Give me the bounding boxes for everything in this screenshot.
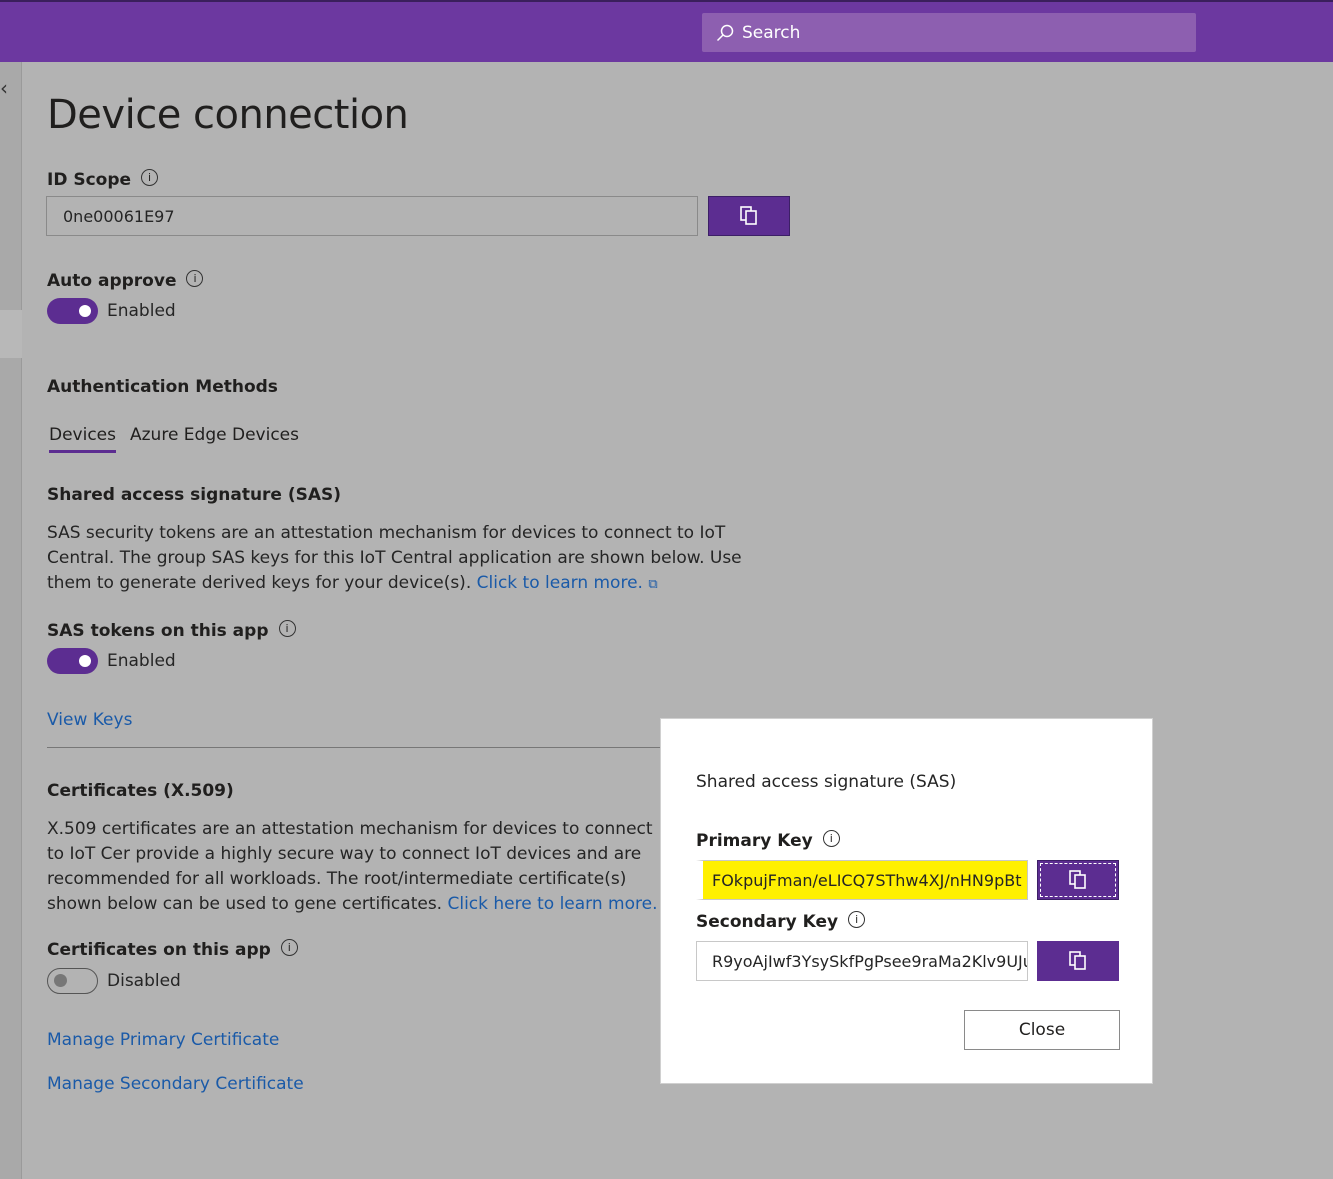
sas-tokens-state: Enabled bbox=[107, 651, 176, 671]
tab-devices[interactable]: Devices bbox=[49, 425, 116, 453]
search-icon bbox=[716, 24, 734, 41]
search-box[interactable]: Search bbox=[702, 13, 1196, 52]
primary-key-label-text: Primary Key bbox=[696, 831, 813, 851]
certs-on-app-label-text: Certificates on this app bbox=[47, 940, 271, 960]
certs-description: X.509 certificates are an attestation me… bbox=[47, 817, 661, 917]
secondary-key-label-text: Secondary Key bbox=[696, 912, 839, 932]
page-title: Device connection bbox=[47, 92, 409, 138]
sas-learn-more-link[interactable]: Click to learn more. bbox=[477, 573, 643, 593]
certs-heading: Certificates (X.509) bbox=[47, 781, 234, 801]
certs-on-app-toggle[interactable] bbox=[47, 968, 98, 994]
info-icon[interactable]: i bbox=[186, 269, 204, 287]
id-scope-label: ID Scope i bbox=[47, 168, 159, 190]
auto-approve-state: Enabled bbox=[107, 301, 176, 321]
copy-icon bbox=[1069, 951, 1086, 970]
auth-methods-heading: Authentication Methods bbox=[47, 377, 278, 397]
sas-keys-dialog: Shared access signature (SAS) Primary Ke… bbox=[660, 718, 1153, 1084]
info-icon[interactable]: i bbox=[141, 168, 159, 186]
close-button[interactable]: Close bbox=[964, 1010, 1120, 1050]
tab-azure-edge-devices[interactable]: Azure Edge Devices bbox=[130, 425, 299, 445]
id-scope-field[interactable]: 0ne00061E97 bbox=[46, 196, 698, 236]
auto-approve-toggle[interactable] bbox=[47, 298, 98, 324]
info-icon[interactable]: i bbox=[278, 619, 296, 637]
primary-key-label: Primary Key i bbox=[696, 829, 840, 851]
id-scope-value: 0ne00061E97 bbox=[63, 206, 175, 226]
copy-id-scope-button[interactable] bbox=[708, 196, 790, 236]
nav-selected-item[interactable] bbox=[0, 310, 22, 358]
sas-tokens-label: SAS tokens on this app i bbox=[47, 619, 296, 641]
manage-secondary-certificate-link[interactable]: Manage Secondary Certificate bbox=[47, 1072, 304, 1097]
dialog-title: Shared access signature (SAS) bbox=[696, 772, 957, 792]
certs-on-app-state: Disabled bbox=[107, 971, 181, 991]
copy-primary-key-button[interactable] bbox=[1037, 860, 1119, 900]
top-bar: Search bbox=[0, 0, 1333, 62]
sas-tokens-toggle[interactable] bbox=[47, 648, 98, 674]
secondary-key-field[interactable]: R9yoAjIwf3YsySkfPgPsee9raMa2Klv9UJu bbox=[696, 941, 1028, 981]
left-nav: ‹ bbox=[0, 62, 22, 1179]
auto-approve-label: Auto approve i bbox=[47, 269, 204, 291]
certs-on-app-label: Certificates on this app i bbox=[47, 938, 298, 960]
info-icon[interactable]: i bbox=[280, 938, 298, 956]
secondary-key-label: Secondary Key i bbox=[696, 910, 866, 932]
copy-icon bbox=[1069, 870, 1086, 889]
copy-secondary-key-button[interactable] bbox=[1037, 941, 1119, 981]
chevron-left-icon[interactable]: ‹ bbox=[0, 76, 8, 100]
manage-primary-certificate-link[interactable]: Manage Primary Certificate bbox=[47, 1028, 279, 1053]
sas-description: SAS security tokens are an attestation m… bbox=[47, 521, 787, 597]
view-keys-link[interactable]: View Keys bbox=[47, 708, 132, 733]
search-placeholder: Search bbox=[742, 22, 801, 43]
secondary-key-value: R9yoAjIwf3YsySkfPgPsee9raMa2Klv9UJu bbox=[712, 951, 1028, 971]
id-scope-label-text: ID Scope bbox=[47, 170, 132, 190]
primary-key-field[interactable]: FOkpujFman/eLICQ7SThw4XJ/nHN9pBt bbox=[696, 860, 1028, 900]
copy-icon bbox=[740, 206, 757, 225]
primary-key-value: FOkpujFman/eLICQ7SThw4XJ/nHN9pBt bbox=[712, 870, 1022, 890]
info-icon[interactable]: i bbox=[822, 829, 840, 847]
sas-heading: Shared access signature (SAS) bbox=[47, 485, 342, 505]
external-link-icon: ⧉ bbox=[648, 577, 658, 592]
divider bbox=[47, 747, 687, 748]
auto-approve-label-text: Auto approve bbox=[47, 271, 177, 291]
certs-learn-more-link[interactable]: Click here to learn more. bbox=[447, 894, 657, 914]
sas-tokens-label-text: SAS tokens on this app bbox=[47, 621, 269, 641]
info-icon[interactable]: i bbox=[848, 910, 866, 928]
